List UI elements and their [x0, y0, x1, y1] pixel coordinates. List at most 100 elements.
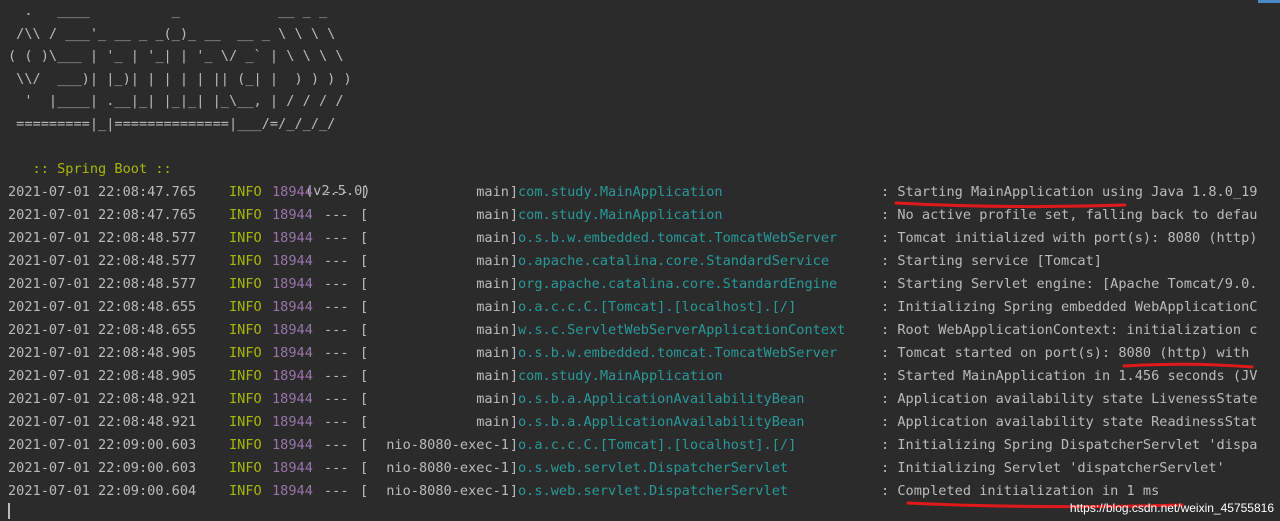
spring-ascii-banner: . ____ _ __ _ _ /\\ / ___'_ __ _ _(_)_ _…: [8, 3, 352, 132]
log-timestamp: 2021-07-01 22:08:48.577: [8, 276, 197, 292]
log-level: INFO: [229, 483, 262, 499]
text-cursor: [8, 503, 10, 519]
log-separator: ---: [324, 460, 349, 476]
log-level: INFO: [229, 460, 262, 476]
log-row: 2021-07-01 22:08:48.655 INFO 18944 --- [main…: [8, 296, 1280, 319]
log-row: 2021-07-01 22:08:47.765 INFO 18944 --- [main…: [8, 181, 1280, 204]
log-level: INFO: [229, 276, 262, 292]
log-pid: 18944: [272, 299, 313, 315]
thread-name: main: [476, 322, 509, 338]
log-logger-name: o.a.c.c.C.[Tomcat].[localhost].[/]: [518, 299, 797, 315]
thread-close-bracket: ]: [509, 460, 518, 476]
log-pid: 18944: [272, 460, 313, 476]
log-level: INFO: [229, 207, 262, 223]
log-pid: 18944: [272, 276, 313, 292]
log-separator: ---: [324, 391, 349, 407]
log-logger-name: org.apache.catalina.core.StandardEngine: [518, 276, 838, 292]
log-logger-name: w.s.c.ServletWebServerApplicationContext: [518, 322, 846, 338]
log-pid: 18944: [272, 437, 313, 453]
thread-name: main: [476, 414, 509, 430]
thread-close-bracket: ]: [509, 276, 518, 292]
log-level: INFO: [229, 368, 262, 384]
log-separator: ---: [324, 414, 349, 430]
log-pid: 18944: [272, 483, 313, 499]
thread-open-bracket: [: [360, 230, 369, 246]
thread-name: main: [476, 253, 509, 269]
log-row: 2021-07-01 22:09:00.603 INFO 18944 --- [nio-…: [8, 434, 1280, 457]
log-level: INFO: [229, 184, 262, 200]
log-separator: ---: [324, 253, 349, 269]
log-message: : Application availability state Livenes…: [881, 391, 1258, 407]
log-separator: ---: [324, 276, 349, 292]
thread-name: main: [476, 276, 509, 292]
thread-close-bracket: ]: [509, 184, 518, 200]
log-message: : Initializing Spring DispatcherServlet …: [881, 437, 1258, 453]
thread-open-bracket: [: [360, 276, 369, 292]
thread-name: main: [476, 230, 509, 246]
log-level: INFO: [229, 253, 262, 269]
log-separator: ---: [324, 299, 349, 315]
thread-name: nio-8080-exec-1: [386, 460, 509, 476]
console-log-output[interactable]: 2021-07-01 22:08:47.765 INFO 18944 --- [ main…: [8, 181, 1280, 503]
log-separator: ---: [324, 322, 349, 338]
log-row: 2021-07-01 22:08:48.905 INFO 18944 --- [main…: [8, 365, 1280, 388]
log-separator: ---: [324, 207, 349, 223]
log-timestamp: 2021-07-01 22:08:48.655: [8, 299, 197, 315]
log-message: : Started MainApplication in 1.456 secon…: [881, 368, 1258, 384]
thread-close-bracket: ]: [509, 230, 518, 246]
thread-close-bracket: ]: [509, 207, 518, 223]
log-pid: 18944: [272, 184, 313, 200]
log-message: : Completed initialization in 1 ms: [881, 483, 1160, 499]
log-message: : Application availability state Readine…: [881, 414, 1258, 430]
log-timestamp: 2021-07-01 22:09:00.604: [8, 483, 197, 499]
log-message: : No active profile set, falling back to…: [881, 207, 1258, 223]
log-row: 2021-07-01 22:08:48.577 INFO 18944 --- [main…: [8, 227, 1280, 250]
thread-close-bracket: ]: [509, 299, 518, 315]
log-message: : Tomcat initialized with port(s): 8080 …: [881, 230, 1258, 246]
log-level: INFO: [229, 345, 262, 361]
log-pid: 18944: [272, 391, 313, 407]
log-logger-name: com.study.MainApplication: [518, 368, 723, 384]
log-row: 2021-07-01 22:09:00.603 INFO 18944 --- [ nio-…: [8, 457, 1280, 480]
log-row: 2021-07-01 22:08:48.655 INFO 18944 --- [main…: [8, 319, 1280, 342]
log-timestamp: 2021-07-01 22:09:00.603: [8, 460, 197, 476]
log-timestamp: 2021-07-01 22:08:47.765: [8, 207, 197, 223]
log-row: 2021-07-01 22:08:48.921 INFO 18944 --- [main…: [8, 411, 1280, 434]
log-message: : Starting MainApplication using Java 1.…: [881, 184, 1258, 200]
thread-name: nio-8080-exec-1: [386, 483, 509, 499]
watermark-text: https://blog.csdn.net/weixin_45755816: [1069, 501, 1274, 515]
thread-name: main: [476, 391, 509, 407]
log-pid: 18944: [272, 322, 313, 338]
thread-name: nio-8080-exec-1: [386, 437, 509, 453]
thread-name: main: [476, 207, 509, 223]
log-logger-name: o.s.web.servlet.DispatcherServlet: [518, 460, 789, 476]
log-logger-name: com.study.MainApplication: [518, 184, 723, 200]
log-timestamp: 2021-07-01 22:08:48.577: [8, 253, 197, 269]
log-level: INFO: [229, 391, 262, 407]
log-level: INFO: [229, 437, 262, 453]
log-row: 2021-07-01 22:08:48.577 INFO 18944 --- [ main…: [8, 250, 1280, 273]
log-message: : Tomcat started on port(s): 8080 (http)…: [881, 345, 1250, 361]
log-pid: 18944: [272, 253, 313, 269]
log-level: INFO: [229, 322, 262, 338]
log-timestamp: 2021-07-01 22:08:48.921: [8, 391, 197, 407]
log-level: INFO: [229, 230, 262, 246]
log-timestamp: 2021-07-01 22:08:48.905: [8, 368, 197, 384]
log-timestamp: 2021-07-01 22:08:48.577: [8, 230, 197, 246]
thread-close-bracket: ]: [509, 368, 518, 384]
thread-open-bracket: [: [360, 460, 369, 476]
thread-open-bracket: [: [360, 253, 369, 269]
active-tab-indicator: [1258, 0, 1280, 3]
thread-open-bracket: [: [360, 322, 369, 338]
thread-open-bracket: [: [360, 184, 369, 200]
thread-open-bracket: [: [360, 437, 369, 453]
thread-open-bracket: [: [360, 391, 369, 407]
log-pid: 18944: [272, 368, 313, 384]
log-timestamp: 2021-07-01 22:08:48.921: [8, 414, 197, 430]
log-level: INFO: [229, 299, 262, 315]
spring-boot-label: :: Spring Boot ::: [24, 161, 172, 177]
thread-close-bracket: ]: [509, 253, 518, 269]
log-level: INFO: [229, 414, 262, 430]
log-separator: ---: [324, 368, 349, 384]
log-timestamp: 2021-07-01 22:08:48.905: [8, 345, 197, 361]
